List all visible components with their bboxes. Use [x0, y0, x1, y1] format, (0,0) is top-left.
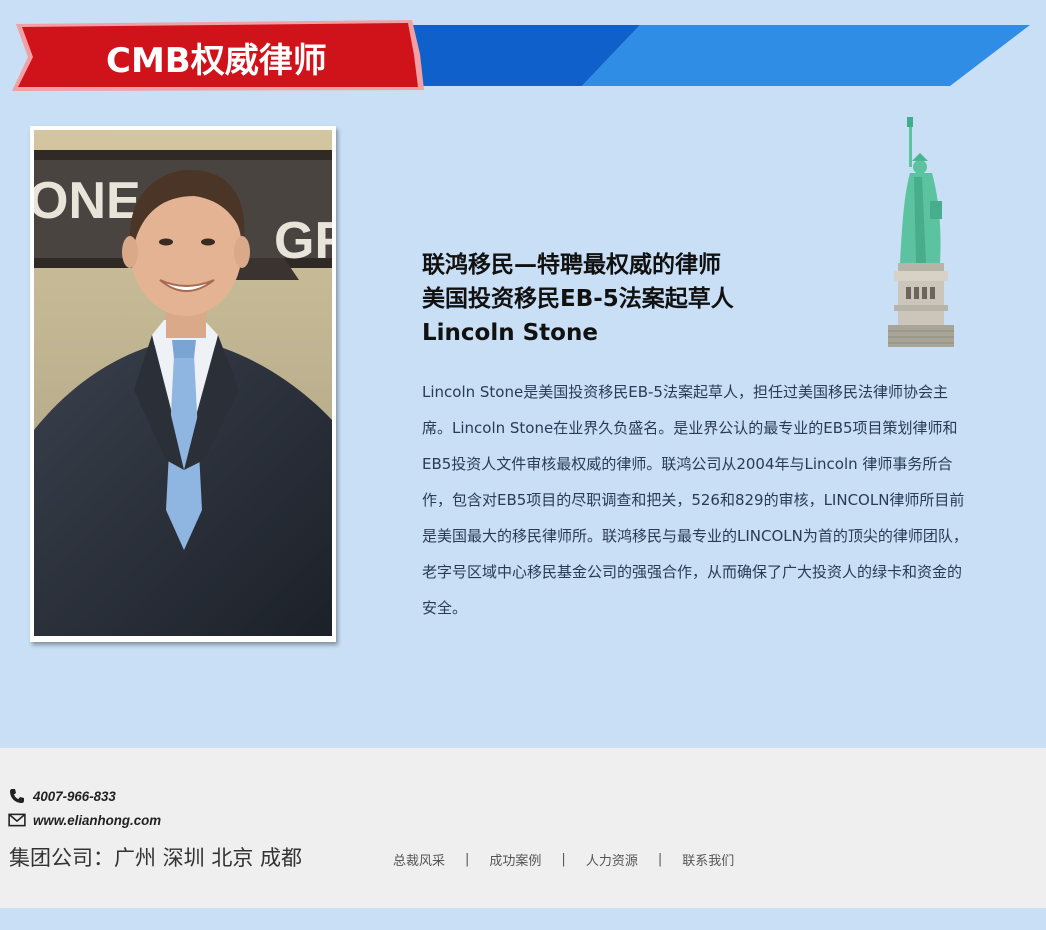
phone-contact: 4007-966-833: [8, 788, 120, 804]
phone-icon: [10, 789, 24, 803]
svg-text:ONE: ONE: [34, 172, 141, 230]
footer-link-contact-us[interactable]: 联系我们: [682, 850, 734, 869]
banner-stripe-light: [582, 25, 1030, 86]
heading-line-2: 美国投资移民EB-5法案起草人: [422, 286, 734, 312]
footer-link-human-resources[interactable]: 人力资源: [586, 850, 638, 869]
heading-line-1: 联鸿移民—特聘最权威的律师: [422, 252, 721, 278]
statue-of-liberty-icon: [886, 115, 956, 351]
mail-icon: [8, 813, 26, 827]
website-link[interactable]: www.elianhong.com: [33, 812, 161, 828]
site-footer: 4007-966-833 www.elianhong.com 集团公司：广州 深…: [0, 748, 1046, 908]
nav-separator: |: [657, 852, 663, 867]
nav-separator: |: [561, 852, 566, 867]
footer-link-success-cases[interactable]: 成功案例: [489, 850, 541, 869]
profile-heading: 联鸿移民—特聘最权威的律师 美国投资移民EB-5法案起草人 Lincoln St…: [422, 248, 734, 350]
heading-line-3: Lincoln Stone: [422, 320, 598, 346]
website-contact: www.elianhong.com: [8, 812, 168, 828]
phone-number[interactable]: 4007-966-833: [33, 788, 116, 804]
top-banner: CMB权威律师: [0, 0, 1046, 100]
lawyer-bio: Lincoln Stone是美国投资移民EB-5法案起草人，担任过美国移民法律师…: [422, 383, 968, 617]
group-company-locations: 集团公司：广州 深圳 北京 成都: [9, 846, 303, 870]
nav-separator: |: [465, 852, 470, 867]
lawyer-portrait-image: ONE GR: [34, 130, 332, 636]
banner-title: CMB权威律师: [106, 41, 327, 81]
footer-bottom-strip: [0, 908, 1046, 930]
lawyer-photo: ONE GR: [30, 126, 336, 642]
footer-nav: 总裁风采 | 成功案例 | 人力资源 | 联系我们: [393, 850, 734, 869]
footer-link-president[interactable]: 总裁风采: [393, 850, 445, 869]
